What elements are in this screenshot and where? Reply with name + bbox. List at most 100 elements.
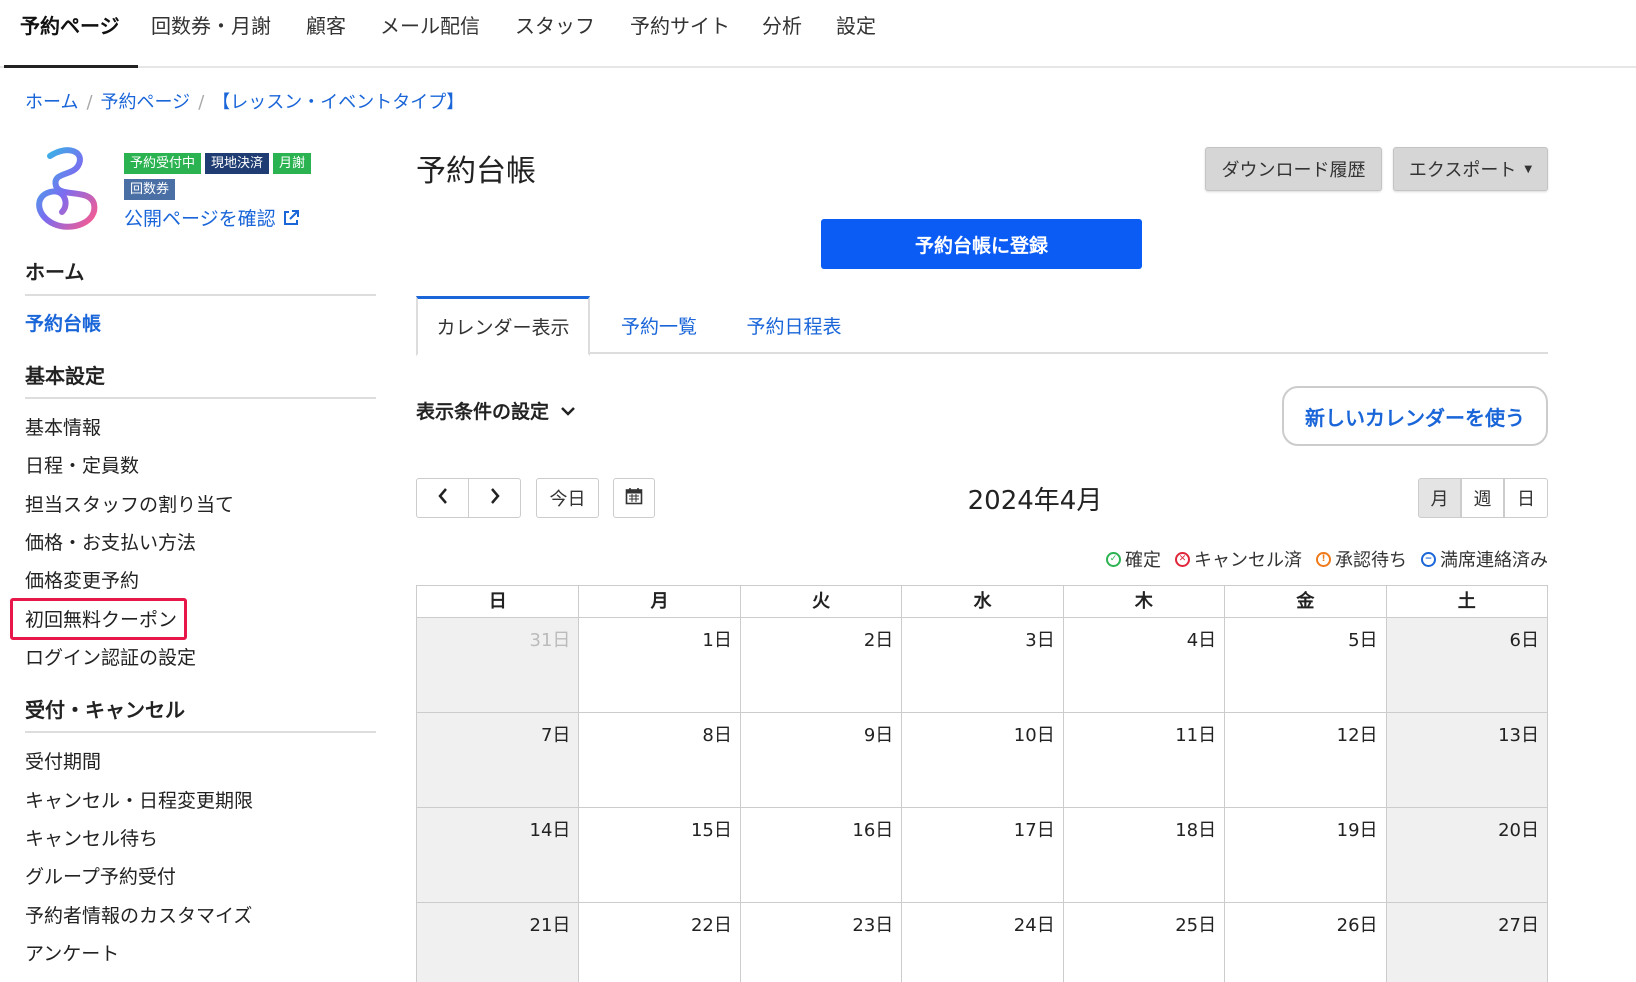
- breadcrumb-home[interactable]: ホーム: [25, 92, 78, 113]
- day-cell[interactable]: 22日: [578, 903, 739, 982]
- sidebar-item-waitlist[interactable]: キャンセル待ち: [25, 824, 158, 851]
- day-cell[interactable]: 12日: [1224, 713, 1386, 808]
- day-cell[interactable]: 7日: [417, 713, 579, 808]
- tab-booking-list-label: 予約一覧: [620, 315, 697, 338]
- register-button[interactable]: 予約台帳に登録: [821, 219, 1142, 269]
- sidebar-item-pricing[interactable]: 価格・お支払い方法: [25, 528, 196, 555]
- day-cell[interactable]: 16日: [739, 808, 902, 903]
- sidebar-item-ledger[interactable]: 予約台帳: [25, 309, 101, 336]
- day-cell[interactable]: 23日: [739, 903, 901, 982]
- display-conditions-toggle[interactable]: 表示条件の設定: [416, 397, 576, 424]
- day-cell[interactable]: 13日: [1385, 713, 1547, 808]
- day-cell[interactable]: 18日: [1062, 808, 1225, 903]
- tab-calendar-label: カレンダー表示: [436, 317, 570, 339]
- day-cell[interactable]: 20日: [1385, 808, 1547, 903]
- view-week-button[interactable]: 週: [1461, 478, 1504, 518]
- sidebar-item-survey[interactable]: アンケート: [25, 939, 119, 966]
- badge-onsite-payment: 現地決済: [205, 153, 270, 174]
- nav-customers[interactable]: 顧客: [306, 10, 346, 39]
- tab-calendar[interactable]: カレンダー表示: [416, 296, 590, 356]
- pending-icon: !: [1316, 551, 1331, 567]
- highlight-box: [10, 598, 187, 640]
- weekday-sat: 土: [1385, 586, 1547, 618]
- sidebar-item-group-booking[interactable]: グループ予約受付: [25, 862, 176, 889]
- day-cell[interactable]: 3日: [901, 618, 1063, 713]
- sidebar-item-staff-assign[interactable]: 担当スタッフの割り当て: [25, 490, 234, 517]
- chevron-right-icon: [489, 487, 501, 510]
- day-cell[interactable]: 21日: [417, 903, 579, 982]
- external-link-icon: [282, 209, 300, 232]
- sidebar-divider: [25, 731, 376, 733]
- today-label: 今日: [549, 489, 586, 510]
- day-cell[interactable]: 19日: [1224, 808, 1386, 903]
- day-cell[interactable]: 4日: [1062, 618, 1225, 713]
- sidebar-item-reception-period[interactable]: 受付期間: [25, 747, 101, 774]
- breadcrumb-booking[interactable]: 予約ページ: [101, 92, 191, 113]
- weekday-tue: 火: [739, 586, 901, 618]
- day-cell[interactable]: 10日: [901, 713, 1063, 808]
- sidebar-item-schedule[interactable]: 日程・定員数: [25, 451, 139, 478]
- weekday-fri: 金: [1224, 586, 1385, 618]
- day-cell[interactable]: 14日: [417, 808, 579, 903]
- weekday-wed: 水: [901, 586, 1062, 618]
- prev-month-button[interactable]: [416, 478, 469, 518]
- breadcrumb-current[interactable]: 【レッスン・イベントタイプ】: [212, 92, 464, 113]
- tab-booking-list[interactable]: 予約一覧: [604, 296, 714, 354]
- next-month-button[interactable]: [468, 478, 521, 518]
- sidebar-divider: [25, 397, 376, 399]
- tab-schedule-table[interactable]: 予約日程表: [729, 296, 859, 354]
- page-title: 予約台帳: [416, 154, 536, 189]
- nav-mail[interactable]: メール配信: [380, 10, 480, 39]
- view-month-button[interactable]: 月: [1418, 478, 1461, 518]
- sidebar-item-price-change[interactable]: 価格変更予約: [25, 566, 139, 593]
- public-page-link[interactable]: 公開ページを確認: [124, 204, 300, 232]
- nav-staff[interactable]: スタッフ: [515, 10, 595, 39]
- weekday-mon: 月: [578, 586, 739, 618]
- download-history-button[interactable]: ダウンロード履歴: [1205, 147, 1382, 191]
- day-cell[interactable]: 11日: [1062, 713, 1225, 808]
- view-day-button[interactable]: 日: [1504, 478, 1548, 518]
- day-cell[interactable]: 17日: [901, 808, 1063, 903]
- day-cell[interactable]: 24日: [901, 903, 1062, 982]
- legend-cancelled: ✕ キャンセル済: [1175, 546, 1302, 572]
- day-cell[interactable]: 1日: [578, 618, 740, 713]
- nav-tickets[interactable]: 回数券・月謝: [151, 10, 271, 39]
- day-cell[interactable]: 2日: [739, 618, 902, 713]
- weekday-sun: 日: [488, 591, 507, 612]
- sidebar-divider: [25, 294, 376, 296]
- day-cell[interactable]: 31日: [417, 618, 579, 713]
- day-cell[interactable]: 6日: [1385, 618, 1547, 713]
- chevron-left-icon: [437, 487, 449, 510]
- legend-cancelled-label: キャンセル済: [1194, 550, 1302, 571]
- calendar-days: 31日 1日 2日 3日 4日 5日 6日 7日 8日 9日 10日 11日 1…: [416, 617, 1548, 982]
- export-button[interactable]: エクスポート ▼: [1393, 147, 1548, 191]
- day-cell[interactable]: 27日: [1385, 903, 1547, 982]
- sidebar-item-customize-info[interactable]: 予約者情報のカスタマイズ: [25, 901, 252, 928]
- register-label: 予約台帳に登録: [914, 234, 1048, 257]
- day-cell[interactable]: 25日: [1062, 903, 1224, 982]
- date-picker-button[interactable]: [613, 478, 655, 518]
- day-cell[interactable]: 5日: [1224, 618, 1386, 713]
- sidebar-item-basic-info[interactable]: 基本情報: [25, 413, 101, 440]
- day-cell[interactable]: 26日: [1224, 903, 1385, 982]
- today-button[interactable]: 今日: [536, 478, 599, 518]
- day-cell[interactable]: 9日: [739, 713, 902, 808]
- legend-pending: ! 承認待ち: [1316, 546, 1407, 572]
- sidebar-item-login-auth[interactable]: ログイン認証の設定: [25, 643, 196, 670]
- sidebar-item-cancel-deadline[interactable]: キャンセル・日程変更期限: [25, 786, 253, 813]
- public-page-link-label: 公開ページを確認: [124, 208, 276, 230]
- day-cell[interactable]: 15日: [578, 808, 740, 903]
- view-tabs: カレンダー表示 予約一覧 予約日程表: [416, 296, 1548, 356]
- nav-booking-page[interactable]: 予約ページ: [20, 10, 120, 39]
- legend-full: − 満席連絡済み: [1421, 546, 1548, 572]
- sidebar-heading-reception: 受付・キャンセル: [25, 698, 185, 722]
- month-title: 2024年4月: [967, 486, 1103, 516]
- nav-analytics[interactable]: 分析: [762, 10, 802, 39]
- badge-ticket: 回数券: [124, 179, 176, 200]
- month-calendar: 日 月 火 水 木 金 土 31日 1日 2日 3日 4日 5日 6日 7日 8…: [416, 585, 1548, 982]
- day-cell[interactable]: 8日: [578, 713, 740, 808]
- caret-down-icon: ▼: [1524, 163, 1533, 175]
- new-calendar-button[interactable]: 新しいカレンダーを使う: [1282, 386, 1548, 446]
- nav-settings[interactable]: 設定: [836, 10, 876, 39]
- nav-booking-site[interactable]: 予約サイト: [630, 10, 730, 39]
